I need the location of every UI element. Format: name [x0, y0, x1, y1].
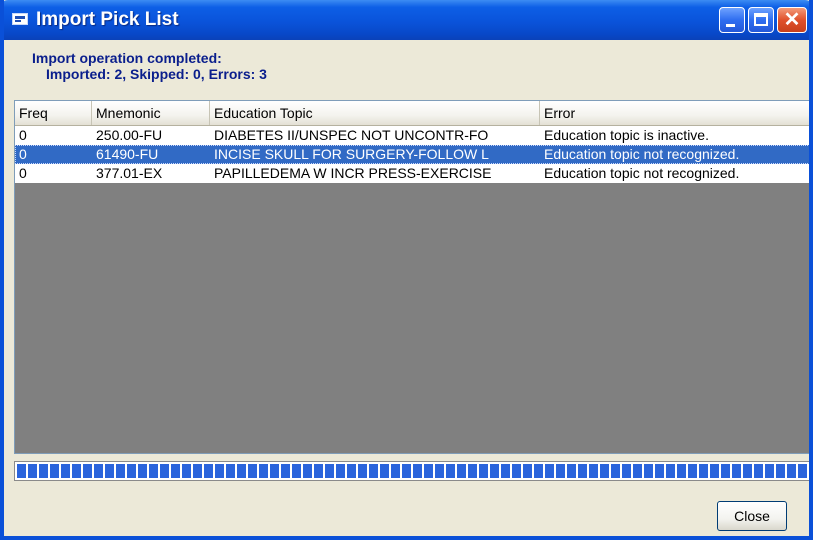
- table-row[interactable]: 0 250.00-FU DIABETES II/UNSPEC NOT UNCON…: [15, 126, 809, 145]
- title-close-button[interactable]: ✕: [777, 7, 807, 33]
- column-header-education-topic[interactable]: Education Topic: [210, 101, 540, 125]
- close-icon: ✕: [783, 9, 801, 31]
- cell-freq: 0: [19, 146, 27, 162]
- cell-education-topic: INCISE SKULL FOR SURGERY-FOLLOW L: [214, 146, 489, 162]
- cell-education-topic: DIABETES II/UNSPEC NOT UNCONTR-FO: [214, 127, 489, 143]
- import-results-list[interactable]: Freq Mnemonic Education Topic Error 0 25…: [14, 100, 809, 454]
- minimize-button[interactable]: [719, 7, 745, 33]
- column-header-mnemonic[interactable]: Mnemonic: [92, 101, 210, 125]
- maximize-icon: [754, 13, 768, 26]
- cell-freq: 0: [19, 165, 27, 181]
- cell-mnemonic: 377.01-EX: [96, 165, 163, 181]
- cell-education-topic: PAPILLEDEMA W INCR PRESS-EXERCISE: [214, 165, 492, 181]
- close-button[interactable]: Close: [717, 501, 787, 531]
- import-status: Import operation completed: Imported: 2,…: [32, 50, 267, 82]
- import-progress-bar: [14, 461, 809, 481]
- progress-fill: [17, 464, 809, 478]
- maximize-button[interactable]: [748, 7, 774, 33]
- cell-error: Education topic is inactive.: [544, 127, 709, 143]
- title-bar[interactable]: Import Pick List ✕: [4, 0, 809, 40]
- import-pick-list-window: Import Pick List ✕ Import operation comp…: [0, 0, 813, 540]
- table-row-selected[interactable]: 0 61490-FU INCISE SKULL FOR SURGERY-FOLL…: [15, 145, 809, 164]
- window-title: Import Pick List: [36, 9, 179, 30]
- table-row[interactable]: 0 377.01-EX PAPILLEDEMA W INCR PRESS-EXE…: [15, 164, 809, 183]
- cell-mnemonic: 61490-FU: [96, 146, 159, 162]
- cell-error: Education topic not recognized.: [544, 146, 740, 162]
- column-header-error[interactable]: Error: [540, 101, 809, 125]
- cell-freq: 0: [19, 127, 27, 143]
- list-header: Freq Mnemonic Education Topic Error: [15, 101, 809, 126]
- status-heading: Import operation completed:: [32, 50, 222, 66]
- status-counts: Imported: 2, Skipped: 0, Errors: 3: [46, 66, 267, 82]
- minimize-icon: [726, 24, 735, 27]
- column-header-freq[interactable]: Freq: [15, 101, 92, 125]
- cell-mnemonic: 250.00-FU: [96, 127, 163, 143]
- app-window-icon[interactable]: [12, 13, 28, 25]
- cell-error: Education topic not recognized.: [544, 165, 740, 181]
